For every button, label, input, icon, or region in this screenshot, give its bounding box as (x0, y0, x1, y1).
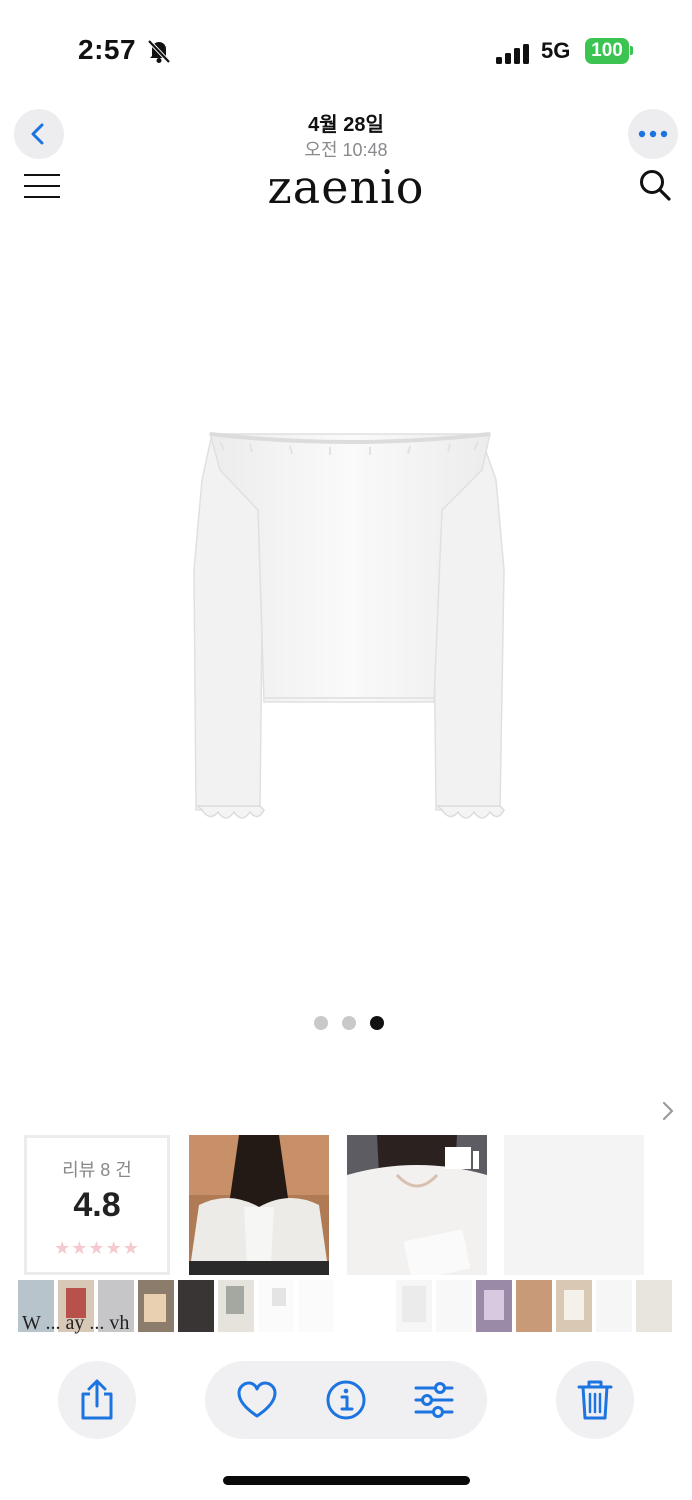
battery-indicator: 100 (585, 38, 629, 64)
review-photo-2[interactable] (347, 1135, 487, 1275)
more-button[interactable] (628, 109, 678, 159)
trash-icon (577, 1380, 613, 1420)
adjust-icon[interactable] (412, 1378, 456, 1422)
chevron-right-icon[interactable] (660, 1100, 676, 1122)
brand-logo: zaenio (267, 160, 425, 214)
review-score: 4.8 (73, 1186, 121, 1224)
home-indicator[interactable] (223, 1476, 470, 1485)
battery-tip (630, 46, 633, 55)
bell-slash-icon (147, 39, 171, 64)
heart-icon[interactable] (235, 1378, 279, 1422)
review-photo-placeholder (504, 1135, 644, 1275)
search-icon[interactable] (638, 168, 672, 202)
delete-button[interactable] (556, 1361, 634, 1439)
product-image (193, 432, 505, 819)
carousel-dot-2[interactable] (342, 1016, 356, 1030)
photo-date: 4월 28일 (308, 114, 384, 136)
filmstrip-caption: W ... ay ... vh (22, 1312, 130, 1334)
review-photo-1[interactable] (189, 1135, 329, 1275)
review-count: 리뷰 8 건 (62, 1160, 132, 1180)
info-icon[interactable] (324, 1378, 368, 1422)
signal-icon (496, 44, 529, 64)
carousel-dot-3-active[interactable] (370, 1016, 384, 1030)
more-icon (638, 130, 668, 138)
review-summary-card[interactable]: 리뷰 8 건 4.8 ★★★★★ (24, 1135, 170, 1275)
photo-time: 오전 10:48 (304, 140, 388, 160)
review-photo-image (347, 1135, 487, 1275)
review-photo-image (189, 1135, 329, 1275)
star-rating: ★★★★★ (54, 1238, 140, 1258)
share-button[interactable] (58, 1361, 136, 1439)
share-icon (81, 1379, 113, 1420)
carousel-dot-1[interactable] (314, 1016, 328, 1030)
status-time: 2:57 (78, 34, 137, 65)
network-label: 5G (541, 38, 571, 63)
